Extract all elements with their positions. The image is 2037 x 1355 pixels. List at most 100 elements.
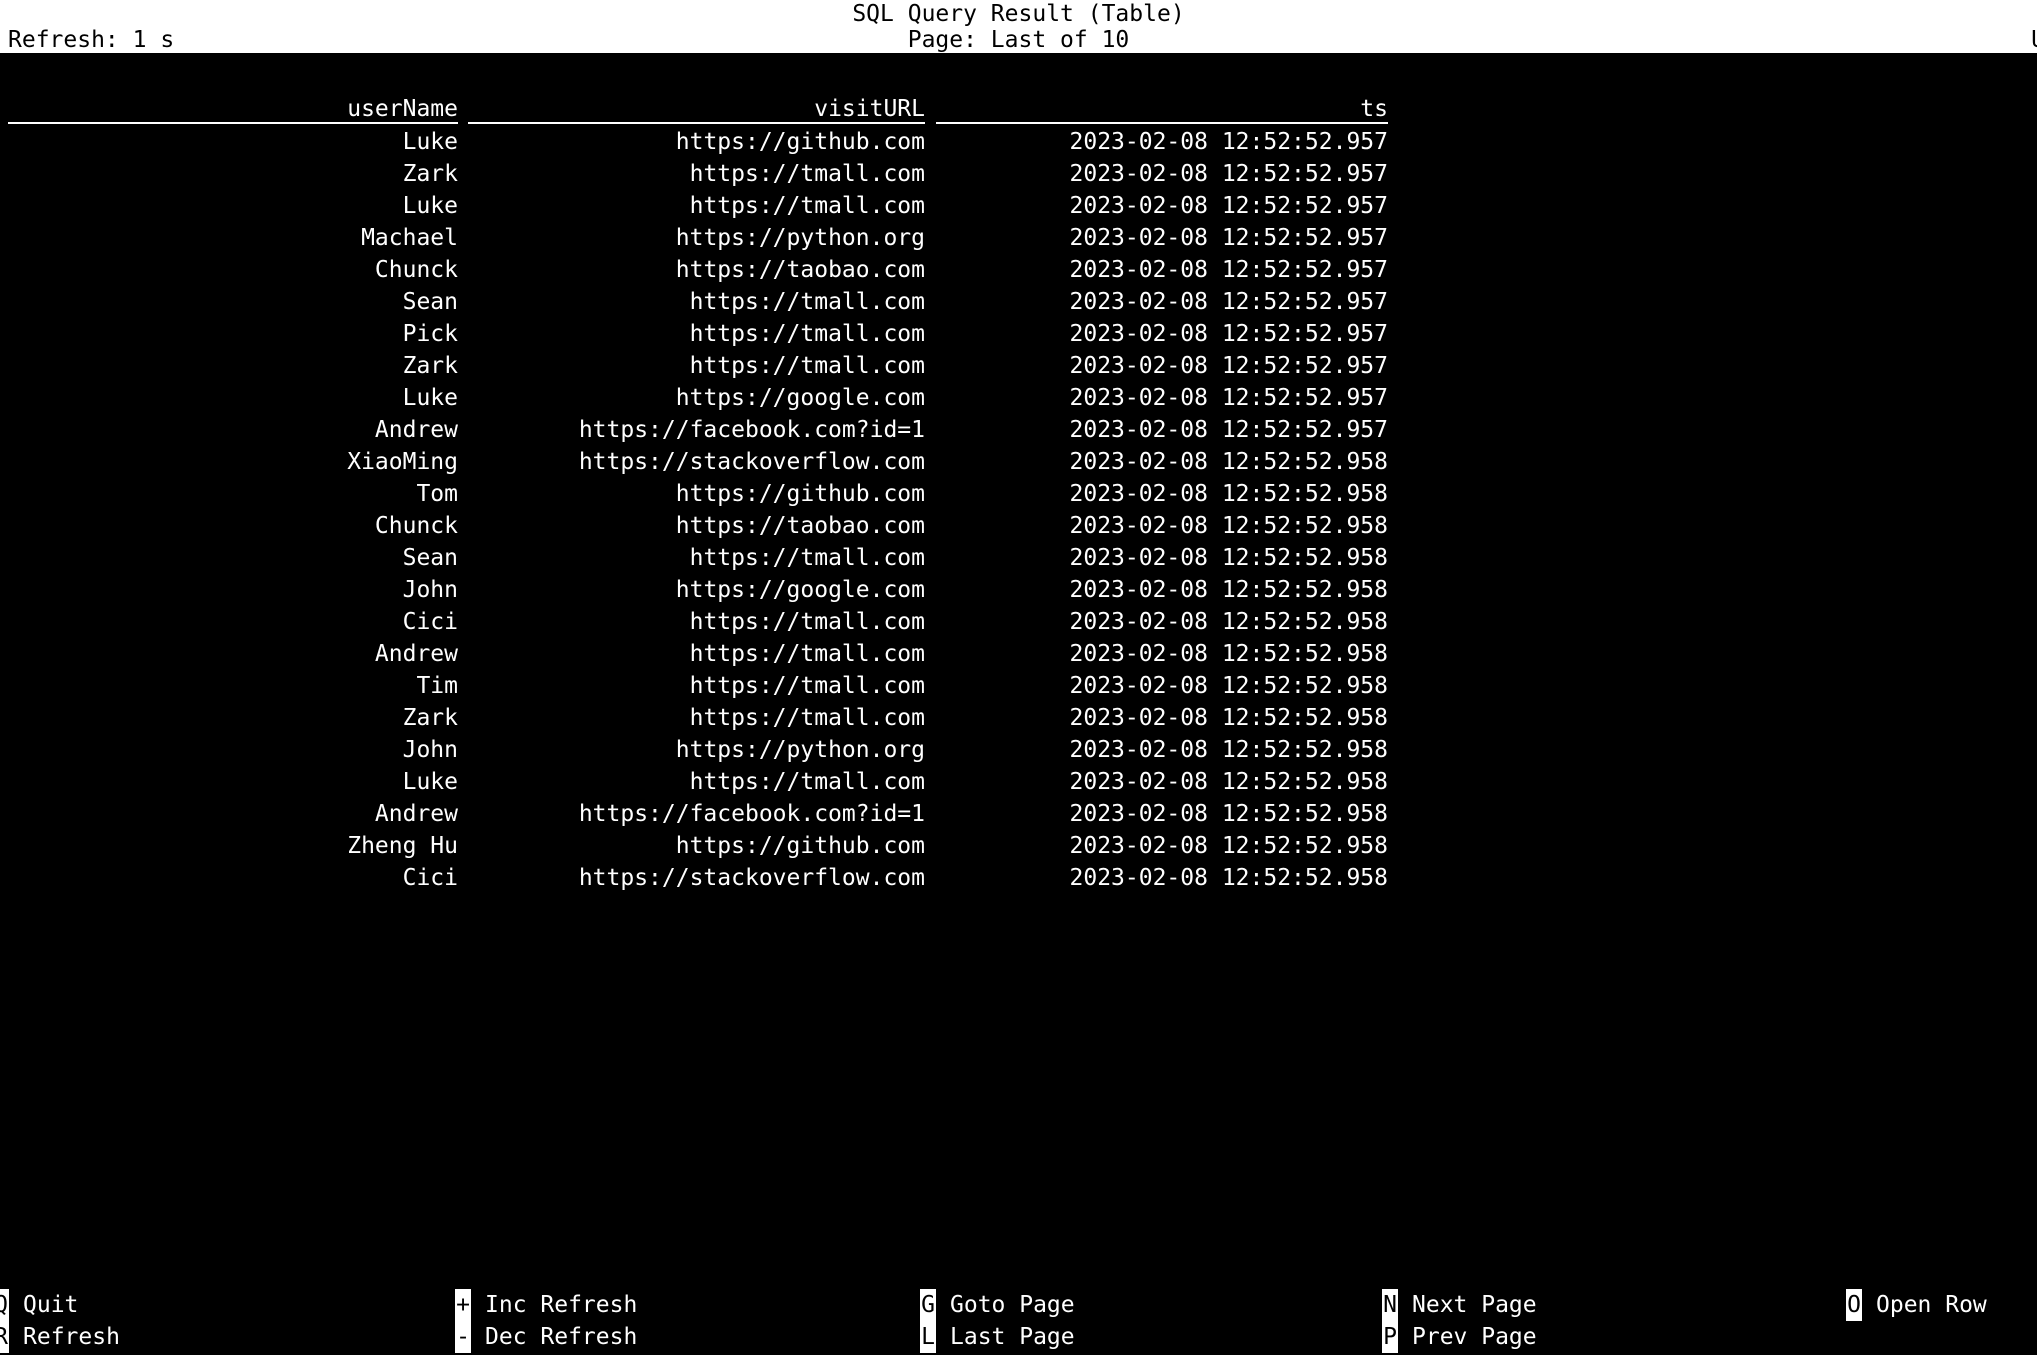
cell-ts: 2023-02-08 12:52:52.958 xyxy=(1069,609,1389,635)
footer-action-open-row[interactable]: O Open Row xyxy=(1846,1289,1987,1321)
keycap-Q[interactable]: Q xyxy=(0,1289,9,1321)
cell-username: Pick xyxy=(402,321,458,347)
cell-ts: 2023-02-08 12:52:52.958 xyxy=(1069,577,1389,603)
footer-action-label: Refresh xyxy=(23,1324,120,1350)
cell-username: Luke xyxy=(402,385,458,411)
cell-ts: 2023-02-08 12:52:52.958 xyxy=(1069,449,1389,475)
keycap-plus[interactable]: + xyxy=(455,1289,471,1321)
footer-action-label: Goto Page xyxy=(950,1292,1075,1318)
cell-username: Luke xyxy=(402,193,458,219)
cell-visiturl: https://tmall.com xyxy=(689,545,925,571)
footer-action-label: Open Row xyxy=(1876,1292,1987,1318)
footer-action-label: Dec Refresh xyxy=(485,1324,638,1350)
page-title: SQL Query Result (Table) xyxy=(852,1,1185,27)
table-row[interactable]: Chunck https://taobao.com 2023-02-08 12:52… xyxy=(0,510,2037,542)
footer-action-label: Last Page xyxy=(950,1324,1075,1350)
footer-action-inc-refresh[interactable]: + Inc Refresh xyxy=(455,1289,637,1321)
cell-visiturl: https://google.com xyxy=(675,385,925,411)
table-row[interactable]: Luke https://tmall.com 2023-02-08 12:52:52… xyxy=(0,766,2037,798)
cell-username: Cici xyxy=(402,609,458,635)
cell-username: Zark xyxy=(402,705,458,731)
cell-username: XiaoMing xyxy=(347,449,458,475)
cell-ts: 2023-02-08 12:52:52.957 xyxy=(1069,225,1389,251)
cell-ts: 2023-02-08 12:52:52.958 xyxy=(1069,705,1389,731)
footer-action-refresh[interactable]: R Refresh xyxy=(0,1321,120,1353)
table-row[interactable]: Zark https://tmall.com 2023-02-08 12:52:52… xyxy=(0,158,2037,190)
table-row[interactable]: Chunck https://taobao.com 2023-02-08 12:52… xyxy=(0,254,2037,286)
footer-action-goto-page[interactable]: G Goto Page xyxy=(920,1289,1075,1321)
table-row[interactable]: Tim https://tmall.com 2023-02-08 12:52:52.… xyxy=(0,670,2037,702)
footer-action-label: Quit xyxy=(23,1292,79,1318)
cell-username: Zark xyxy=(402,353,458,379)
cell-username: John xyxy=(402,737,458,763)
footer-action-quit[interactable]: Q Quit xyxy=(0,1289,120,1321)
keycap-minus[interactable]: - xyxy=(455,1321,471,1353)
cell-ts: 2023-02-08 12:52:52.957 xyxy=(1069,193,1389,219)
table-row[interactable]: Luke https://google.com 2023-02-08 12:52:5… xyxy=(0,382,2037,414)
column-header-visiturl[interactable]: visitURL xyxy=(468,96,925,124)
table-row[interactable]: John https://google.com 2023-02-08 12:52:5… xyxy=(0,574,2037,606)
table-row[interactable]: Zheng Hu https://github.com 2023-02-08 12:… xyxy=(0,830,2037,862)
cell-ts: 2023-02-08 12:52:52.958 xyxy=(1069,513,1389,539)
footer-action-last-page[interactable]: L Last Page xyxy=(920,1321,1075,1353)
table-row[interactable]: Machael https://python.org 2023-02-08 12:5… xyxy=(0,222,2037,254)
table-row[interactable]: Cici https://stackoverflow.com 2023-02-08 … xyxy=(0,862,2037,894)
cell-username: Luke xyxy=(402,769,458,795)
top-header-bar: SQL Query Result (Table) Refresh: 1 s Pa… xyxy=(0,0,2037,53)
cell-visiturl: https://tmall.com xyxy=(689,609,925,635)
column-header-ts[interactable]: ts xyxy=(936,96,1388,124)
cell-ts: 2023-02-08 12:52:52.957 xyxy=(1069,417,1389,443)
cell-visiturl: https://tmall.com xyxy=(689,673,925,699)
cell-visiturl: https://github.com xyxy=(675,481,925,507)
table-row[interactable]: Tom https://github.com 2023-02-08 12:52:52… xyxy=(0,478,2037,510)
cell-ts: 2023-02-08 12:52:52.958 xyxy=(1069,737,1389,763)
table-row[interactable]: XiaoMing https://stackoverflow.com 2023-02… xyxy=(0,446,2037,478)
footer-keybindings: Q Quit R Refresh + Inc Refresh - Dec Refresh G Go… xyxy=(0,1289,2037,1355)
sql-result-table: userName visitURL ts Luke https://github.… xyxy=(0,96,2037,894)
footer-column-0: Q Quit R Refresh xyxy=(0,1289,120,1353)
page-status-label: Page: Last of 10 xyxy=(907,27,1130,53)
keycap-G[interactable]: G xyxy=(920,1289,936,1321)
cell-username: Tom xyxy=(416,481,458,507)
footer-action-label: Inc Refresh xyxy=(485,1292,638,1318)
keycap-P[interactable]: P xyxy=(1382,1321,1398,1353)
cell-ts: 2023-02-08 12:52:52.958 xyxy=(1069,833,1389,859)
column-header-username[interactable]: userName xyxy=(8,96,458,124)
cell-visiturl: https://tmall.com xyxy=(689,321,925,347)
cell-ts: 2023-02-08 12:52:52.957 xyxy=(1069,129,1389,155)
cell-username: Tim xyxy=(416,673,458,699)
footer-action-next-page[interactable]: N Next Page xyxy=(1382,1289,1537,1321)
keycap-L[interactable]: L xyxy=(920,1321,936,1353)
table-row[interactable]: Andrew https://facebook.com?id=1 2023-02-0… xyxy=(0,798,2037,830)
cell-visiturl: https://github.com xyxy=(675,129,925,155)
header-line-status: Refresh: 1 s Page: Last of 10 U xyxy=(0,27,2037,53)
table-row[interactable]: Luke https://tmall.com 2023-02-08 12:52:52… xyxy=(0,190,2037,222)
footer-column-1: + Inc Refresh - Dec Refresh xyxy=(455,1289,637,1353)
cell-ts: 2023-02-08 12:52:52.958 xyxy=(1069,481,1389,507)
table-row[interactable]: Sean https://tmall.com 2023-02-08 12:52:52… xyxy=(0,542,2037,574)
footer-action-label: Prev Page xyxy=(1412,1324,1537,1350)
footer-action-dec-refresh[interactable]: - Dec Refresh xyxy=(455,1321,637,1353)
cell-visiturl: https://tmall.com xyxy=(689,641,925,667)
table-row[interactable]: Luke https://github.com 2023-02-08 12:52:5… xyxy=(0,126,2037,158)
table-row[interactable]: Sean https://tmall.com 2023-02-08 12:52:52… xyxy=(0,286,2037,318)
table-row[interactable]: Pick https://tmall.com 2023-02-08 12:52:52… xyxy=(0,318,2037,350)
table-row[interactable]: Zark https://tmall.com 2023-02-08 12:52:52… xyxy=(0,702,2037,734)
cell-ts: 2023-02-08 12:52:52.957 xyxy=(1069,161,1389,187)
table-header-row: userName visitURL ts xyxy=(0,96,2037,126)
table-row[interactable]: Cici https://tmall.com 2023-02-08 12:52:52… xyxy=(0,606,2037,638)
keycap-O[interactable]: O xyxy=(1846,1289,1862,1321)
table-row[interactable]: Andrew https://tmall.com 2023-02-08 12:52:… xyxy=(0,638,2037,670)
cell-ts: 2023-02-08 12:52:52.958 xyxy=(1069,865,1389,891)
cell-username: Andrew xyxy=(374,641,458,667)
keycap-N[interactable]: N xyxy=(1382,1289,1398,1321)
cell-username: Cici xyxy=(402,865,458,891)
table-row[interactable]: Zark https://tmall.com 2023-02-08 12:52:52… xyxy=(0,350,2037,382)
keycap-R[interactable]: R xyxy=(0,1321,9,1353)
footer-action-prev-page[interactable]: P Prev Page xyxy=(1382,1321,1537,1353)
cell-username: Machael xyxy=(361,225,458,251)
cell-visiturl: https://tmall.com xyxy=(689,353,925,379)
cell-visiturl: https://stackoverflow.com xyxy=(578,865,925,891)
table-row[interactable]: John https://python.org 2023-02-08 12:52:5… xyxy=(0,734,2037,766)
table-row[interactable]: Andrew https://facebook.com?id=1 2023-02-0… xyxy=(0,414,2037,446)
